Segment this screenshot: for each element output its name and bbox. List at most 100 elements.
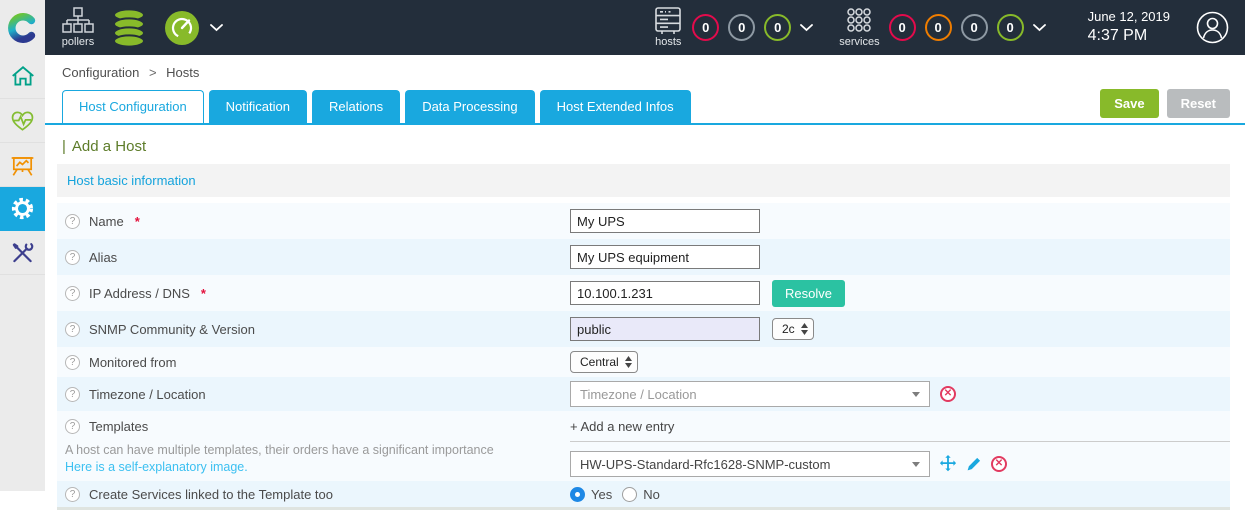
tab-relations[interactable]: Relations <box>312 90 400 123</box>
help-icon[interactable]: ? <box>65 322 80 337</box>
breadcrumb-item-configuration[interactable]: Configuration <box>62 65 139 80</box>
host-counter-unreachable[interactable]: 0 <box>728 14 755 41</box>
monitored-from-select[interactable]: Central <box>570 351 638 373</box>
create-services-radio-group: Yes No <box>570 487 668 502</box>
breadcrumb: Configuration > Hosts <box>45 55 1245 89</box>
host-counter-down[interactable]: 0 <box>692 14 719 41</box>
breadcrumb-separator: > <box>149 65 157 80</box>
add-template-entry-button[interactable]: + Add a new entry <box>570 419 1230 442</box>
required-asterisk: * <box>201 286 206 301</box>
form-row-timezone: ? Timezone / Location Timezone / Locatio… <box>57 377 1230 411</box>
pencil-icon <box>966 456 982 472</box>
help-icon[interactable]: ? <box>65 419 80 434</box>
service-counter-warning[interactable]: 0 <box>925 14 952 41</box>
page-title-text: Add a Host <box>72 138 146 155</box>
database-status[interactable] <box>111 8 147 48</box>
help-icon[interactable]: ? <box>65 214 80 229</box>
pollers-icon <box>61 7 95 35</box>
hosts-icon <box>653 7 683 35</box>
host-counter-up[interactable]: 0 <box>764 14 791 41</box>
service-counter-unknown[interactable]: 0 <box>961 14 988 41</box>
form-row-alias: ? Alias <box>57 239 1230 275</box>
radio-yes[interactable] <box>570 487 585 502</box>
service-counter-critical[interactable]: 0 <box>889 14 916 41</box>
services-chevron-down-icon[interactable] <box>1033 24 1046 32</box>
sidebar-item-configuration[interactable] <box>0 187 45 231</box>
ip-address-input[interactable] <box>570 281 760 305</box>
tab-host-configuration[interactable]: Host Configuration <box>62 90 204 123</box>
sidebar-item-administration[interactable] <box>0 231 45 275</box>
resolve-button[interactable]: Resolve <box>772 280 845 307</box>
sidebar-item-monitoring[interactable] <box>0 99 45 143</box>
select-spinner-icon <box>625 356 632 368</box>
sidebar-item-reporting[interactable] <box>0 143 45 187</box>
hosts-label: hosts <box>655 36 681 48</box>
name-label: Name <box>89 214 124 229</box>
timezone-select[interactable]: Timezone / Location <box>570 381 930 407</box>
home-icon <box>10 64 36 90</box>
tab-host-extended-infos[interactable]: Host Extended Infos <box>540 90 691 123</box>
help-icon[interactable]: ? <box>65 355 80 370</box>
services-label: services <box>839 36 879 48</box>
tools-icon <box>9 240 36 266</box>
user-menu[interactable] <box>1196 11 1229 44</box>
form-row-ip-address: ? IP Address / DNS * Resolve <box>57 275 1230 311</box>
snmp-version-value: 2c <box>782 322 795 336</box>
alias-input[interactable] <box>570 245 760 269</box>
reset-button[interactable]: Reset <box>1167 89 1230 118</box>
templates-help-link[interactable]: Here is a self-explanatory image. <box>65 460 570 474</box>
help-icon[interactable]: ? <box>65 387 80 402</box>
form-actions: Save Reset <box>1100 89 1230 123</box>
hosts-menu[interactable]: hosts <box>653 7 683 48</box>
help-icon[interactable]: ? <box>65 286 80 301</box>
template-edit-button[interactable] <box>966 456 982 472</box>
move-icon <box>939 455 957 473</box>
heartbeat-icon <box>9 108 36 134</box>
tab-bar: Host Configuration Notification Relation… <box>45 89 1245 125</box>
form-row-monitored-from: ? Monitored from Central <box>57 347 1230 377</box>
help-icon[interactable]: ? <box>65 487 80 502</box>
user-icon <box>1196 11 1229 44</box>
radio-no-label[interactable]: No <box>643 487 660 502</box>
save-button[interactable]: Save <box>1100 89 1158 118</box>
services-menu[interactable]: services <box>839 7 879 48</box>
snmp-version-select[interactable]: 2c <box>772 318 814 340</box>
monitored-from-label: Monitored from <box>89 355 176 370</box>
hosts-chevron-down-icon[interactable] <box>800 24 813 32</box>
centreon-logo[interactable] <box>0 0 45 55</box>
form-row-create-services: ? Create Services linked to the Template… <box>57 481 1230 507</box>
topbar-left-group: pollers <box>45 7 223 48</box>
create-services-label: Create Services linked to the Template t… <box>89 487 333 502</box>
current-time: 4:37 PM <box>1088 26 1170 46</box>
radio-no[interactable] <box>622 487 637 502</box>
ip-address-label: IP Address / DNS <box>89 286 190 301</box>
service-counter-ok[interactable]: 0 <box>997 14 1024 41</box>
template-select[interactable]: HW-UPS-Standard-Rfc1628-SNMP-custom <box>570 451 930 477</box>
sidebar <box>0 55 45 491</box>
chevron-down-icon <box>912 462 920 467</box>
tab-notification[interactable]: Notification <box>209 90 307 123</box>
name-input[interactable] <box>570 209 760 233</box>
help-icon[interactable]: ? <box>65 250 80 265</box>
templates-help-text: A host can have multiple templates, thei… <box>65 443 570 457</box>
snmp-community-input[interactable] <box>570 317 760 341</box>
sidebar-item-home[interactable] <box>0 55 45 99</box>
snmp-label: SNMP Community & Version <box>89 322 255 337</box>
required-asterisk: * <box>135 214 140 229</box>
template-move-handle[interactable] <box>939 455 957 473</box>
breadcrumb-item-hosts[interactable]: Hosts <box>166 65 199 80</box>
radio-yes-label[interactable]: Yes <box>591 487 612 502</box>
form-row-name: ? Name * <box>57 203 1230 239</box>
gear-icon <box>9 195 36 222</box>
timezone-clear-button[interactable]: ✕ <box>940 386 956 402</box>
page-title: |Add a Host <box>62 138 1228 155</box>
centreon-logo-icon <box>8 13 38 43</box>
pollers-menu[interactable]: pollers <box>61 7 95 48</box>
poller-chevron-down-icon[interactable] <box>210 24 223 32</box>
services-icon <box>844 7 874 35</box>
gauge-icon <box>163 9 201 47</box>
tab-data-processing[interactable]: Data Processing <box>405 90 534 123</box>
timezone-placeholder: Timezone / Location <box>580 387 697 402</box>
engine-status[interactable] <box>163 9 201 47</box>
template-delete-button[interactable]: ✕ <box>991 456 1007 472</box>
